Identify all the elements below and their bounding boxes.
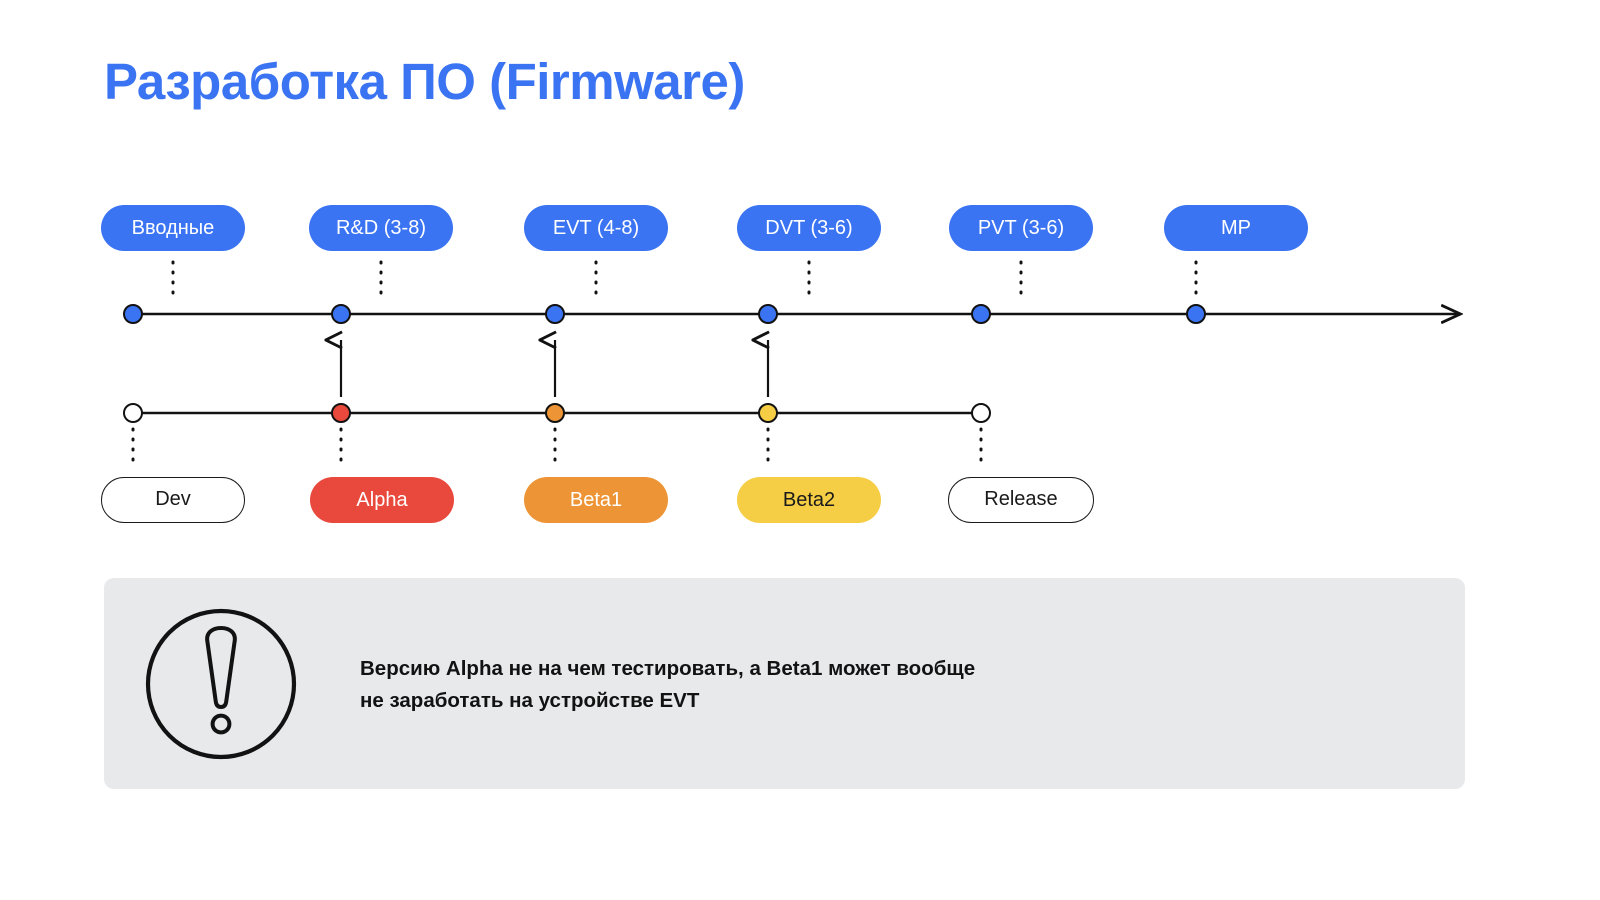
dot-alpha — [331, 403, 351, 423]
dot-beta2 — [758, 403, 778, 423]
version-pill-release[interactable]: Release — [948, 477, 1094, 523]
version-pill-alpha[interactable]: Alpha — [310, 477, 454, 523]
dot-beta1 — [545, 403, 565, 423]
link-arrows — [341, 340, 768, 397]
warning-note-text: Версию Alpha не на чем тестировать, а Be… — [360, 653, 1260, 717]
dot-dvt — [758, 304, 778, 324]
milestone-pill-rnd[interactable]: R&D (3-8) — [309, 205, 453, 251]
warning-note-line-2: не заработать на устройстве EVT — [360, 689, 700, 712]
milestone-pill-dvt[interactable]: DVT (3-6) — [737, 205, 881, 251]
dot-release — [971, 403, 991, 423]
dot-evt — [545, 304, 565, 324]
version-pill-beta2[interactable]: Beta2 — [737, 477, 881, 523]
version-pill-dev[interactable]: Dev — [101, 477, 245, 523]
dot-rnd — [331, 304, 351, 324]
dot-mp — [1186, 304, 1206, 324]
version-pill-beta1[interactable]: Beta1 — [524, 477, 668, 523]
milestone-pill-evt[interactable]: EVT (4-8) — [524, 205, 668, 251]
hardware-axis-dots — [123, 304, 1206, 324]
milestone-pill-pvt[interactable]: PVT (3-6) — [949, 205, 1093, 251]
slide-canvas: Разработка ПО (Firmware) Вводные R&D (3-… — [0, 0, 1600, 900]
milestone-pill-mp[interactable]: MP — [1164, 205, 1308, 251]
dot-pvt — [971, 304, 991, 324]
firmware-axis-dots — [123, 403, 991, 423]
warning-note-line-1: Версию Alpha не на чем тестировать, а Be… — [360, 657, 976, 680]
dot-dev — [123, 403, 143, 423]
dot-vvodnye — [123, 304, 143, 324]
hardware-dotted-connectors — [171, 260, 1198, 302]
firmware-dotted-connectors — [131, 427, 983, 469]
milestone-pill-vvodnye[interactable]: Вводные — [101, 205, 245, 251]
